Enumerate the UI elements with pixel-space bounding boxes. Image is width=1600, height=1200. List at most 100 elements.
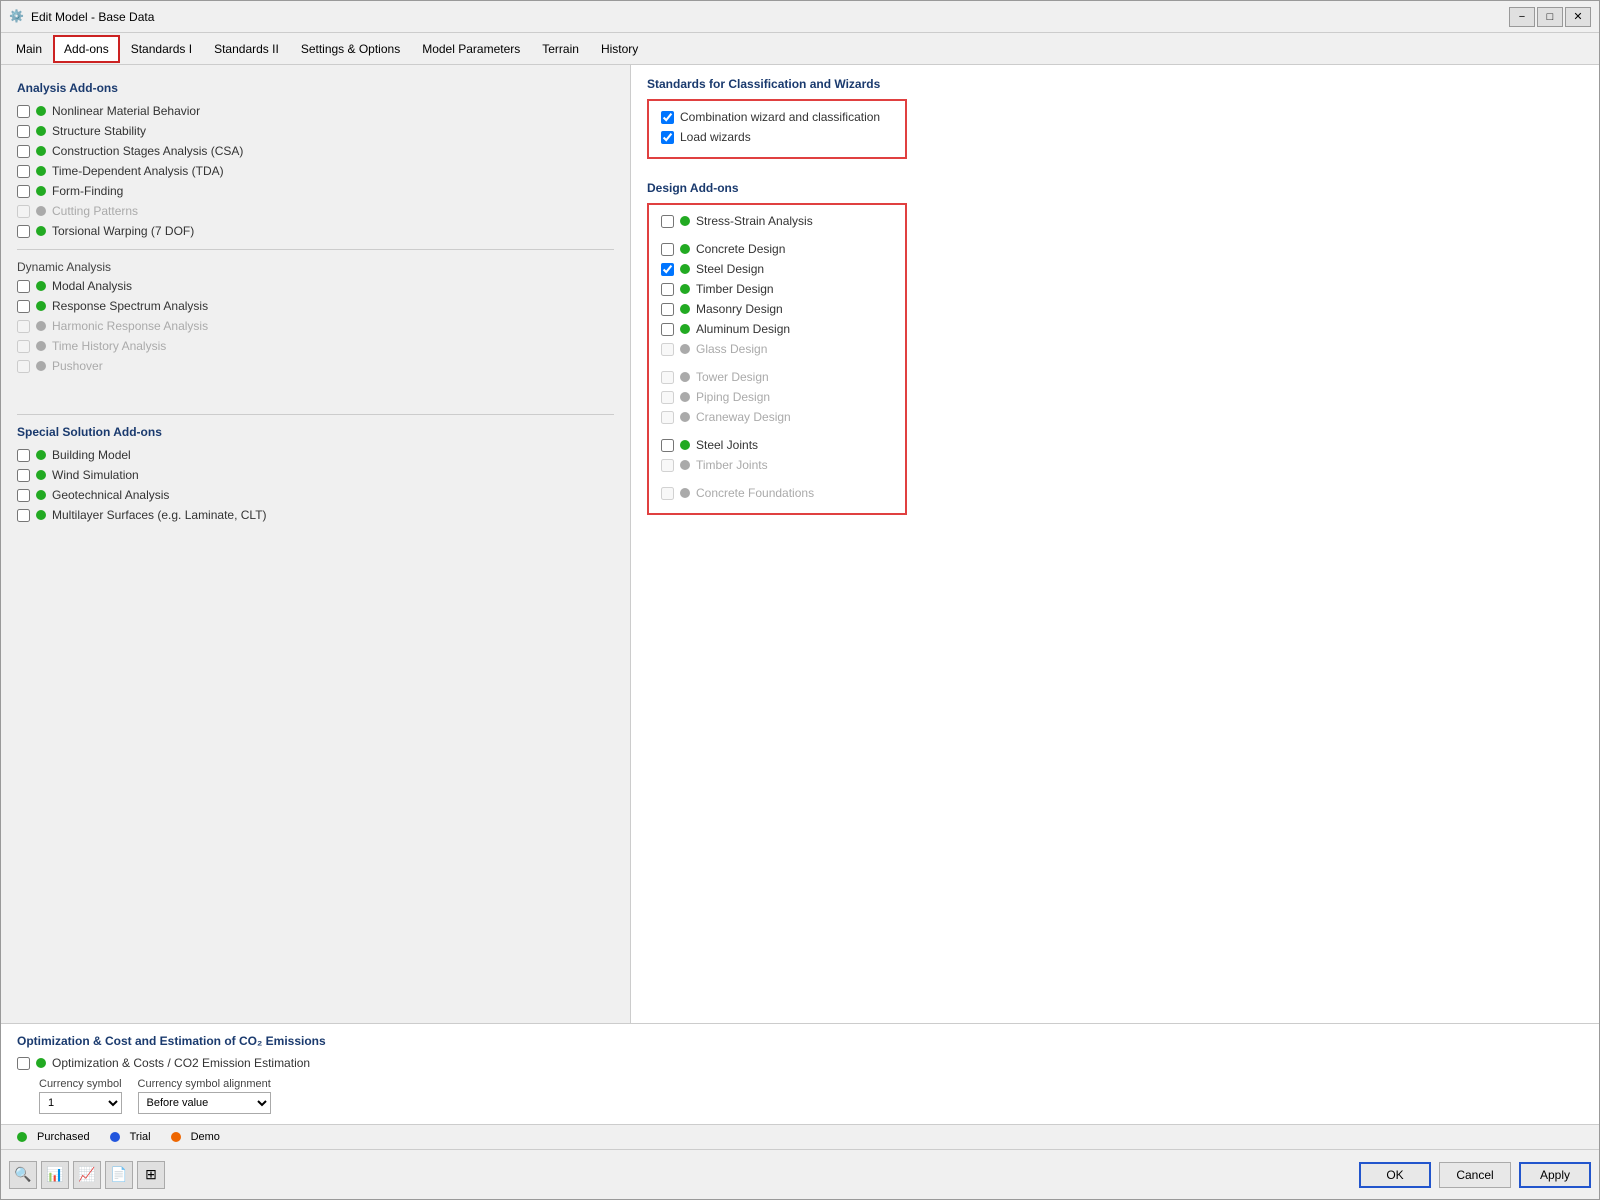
main-content: Analysis Add-ons Nonlinear Material Beha… (1, 65, 1599, 1149)
maximize-button[interactable]: □ (1537, 7, 1563, 27)
icon-grid[interactable]: ⊞ (137, 1161, 165, 1189)
list-item: Form-Finding (17, 183, 614, 199)
cancel-button[interactable]: Cancel (1439, 1162, 1511, 1188)
gray-dot (36, 361, 46, 371)
app-icon: ⚙️ (9, 9, 25, 25)
gray-dot (680, 460, 690, 470)
form-finding-checkbox[interactable] (17, 185, 30, 198)
structure-stability-checkbox[interactable] (17, 125, 30, 138)
icon-search[interactable]: 🔍 (9, 1161, 37, 1189)
tab-main[interactable]: Main (5, 35, 53, 63)
combination-wizard-checkbox[interactable] (661, 111, 674, 124)
green-dot (36, 510, 46, 520)
footer-icons: 🔍 📊 📈 📄 ⊞ (9, 1161, 1359, 1189)
addon-label: Construction Stages Analysis (CSA) (52, 144, 243, 158)
green-dot (680, 244, 690, 254)
addon-label: Concrete Foundations (696, 486, 814, 500)
aluminum-design-checkbox[interactable] (661, 323, 674, 336)
purchased-label: Purchased (37, 1131, 90, 1143)
icon-document[interactable]: 📄 (105, 1161, 133, 1189)
dynamic-analysis-title: Dynamic Analysis (17, 260, 614, 274)
addon-label: Timber Joints (696, 458, 768, 472)
addon-label: Stress-Strain Analysis (696, 214, 813, 228)
addon-label: Time-Dependent Analysis (TDA) (52, 164, 224, 178)
pushover-checkbox (17, 360, 30, 373)
addon-label: Tower Design (696, 370, 769, 384)
optimization-checkbox[interactable] (17, 1057, 30, 1070)
timber-design-checkbox[interactable] (661, 283, 674, 296)
gray-dot (36, 341, 46, 351)
concrete-design-checkbox[interactable] (661, 243, 674, 256)
addon-label: Masonry Design (696, 302, 783, 316)
list-item: Glass Design (661, 341, 893, 357)
minimize-button[interactable]: − (1509, 7, 1535, 27)
tab-model-params[interactable]: Model Parameters (411, 35, 531, 63)
purchased-dot (17, 1132, 27, 1142)
addon-label: Wind Simulation (52, 468, 139, 482)
tab-standards1[interactable]: Standards I (120, 35, 203, 63)
icon-table[interactable]: 📊 (41, 1161, 69, 1189)
addon-label: Harmonic Response Analysis (52, 319, 208, 333)
tab-history[interactable]: History (590, 35, 649, 63)
list-item: Stress-Strain Analysis (661, 213, 893, 229)
csa-checkbox[interactable] (17, 145, 30, 158)
multilayer-checkbox[interactable] (17, 509, 30, 522)
list-item: Geotechnical Analysis (17, 487, 614, 503)
harmonic-checkbox (17, 320, 30, 333)
window-title: Edit Model - Base Data (31, 10, 1509, 24)
addon-label: Nonlinear Material Behavior (52, 104, 200, 118)
tab-terrain[interactable]: Terrain (531, 35, 590, 63)
standards-title: Standards for Classification and Wizards (647, 77, 1583, 91)
gray-dot (680, 372, 690, 382)
wind-sim-checkbox[interactable] (17, 469, 30, 482)
green-dot (680, 324, 690, 334)
building-model-checkbox[interactable] (17, 449, 30, 462)
legend-bar: Purchased Trial Demo (1, 1124, 1599, 1149)
icon-chart[interactable]: 📈 (73, 1161, 101, 1189)
modal-checkbox[interactable] (17, 280, 30, 293)
addon-label: Timber Design (696, 282, 774, 296)
masonry-design-checkbox[interactable] (661, 303, 674, 316)
steel-design-checkbox[interactable] (661, 263, 674, 276)
apply-button[interactable]: Apply (1519, 1162, 1591, 1188)
green-dot (36, 166, 46, 176)
tab-settings[interactable]: Settings & Options (290, 35, 411, 63)
optimization-label: Optimization & Costs / CO2 Emission Esti… (52, 1056, 310, 1070)
response-spectrum-checkbox[interactable] (17, 300, 30, 313)
list-item: Construction Stages Analysis (CSA) (17, 143, 614, 159)
green-dot (36, 450, 46, 460)
dialog-buttons: OK Cancel Apply (1359, 1162, 1591, 1188)
optimization-row: Optimization & Costs / CO2 Emission Esti… (17, 1056, 1583, 1070)
list-item: Craneway Design (661, 409, 893, 425)
nonlinear-checkbox[interactable] (17, 105, 30, 118)
design-addons-box: Stress-Strain Analysis Concrete Design S… (647, 203, 907, 515)
list-item: Response Spectrum Analysis (17, 298, 614, 314)
list-item: Structure Stability (17, 123, 614, 139)
title-bar: ⚙️ Edit Model - Base Data − □ ✕ (1, 1, 1599, 33)
currency-symbol-select[interactable]: 1 (39, 1092, 122, 1114)
stress-strain-checkbox[interactable] (661, 215, 674, 228)
green-dot (680, 264, 690, 274)
trial-dot (110, 1132, 120, 1142)
tab-addons[interactable]: Add-ons (53, 35, 120, 63)
green-dot (680, 216, 690, 226)
steel-joints-checkbox[interactable] (661, 439, 674, 452)
torsional-checkbox[interactable] (17, 225, 30, 238)
demo-label: Demo (191, 1131, 220, 1143)
addon-label: Form-Finding (52, 184, 123, 198)
green-dot (36, 106, 46, 116)
gray-dot (680, 344, 690, 354)
cutting-patterns-checkbox (17, 205, 30, 218)
window-controls: − □ ✕ (1509, 7, 1591, 27)
list-item: Harmonic Response Analysis (17, 318, 614, 334)
close-button[interactable]: ✕ (1565, 7, 1591, 27)
load-wizards-checkbox[interactable] (661, 131, 674, 144)
panels-row: Analysis Add-ons Nonlinear Material Beha… (1, 65, 1599, 1023)
geotechnical-checkbox[interactable] (17, 489, 30, 502)
tab-standards2[interactable]: Standards II (203, 35, 290, 63)
ok-button[interactable]: OK (1359, 1162, 1431, 1188)
tda-checkbox[interactable] (17, 165, 30, 178)
timber-joints-checkbox (661, 459, 674, 472)
list-item: Torsional Warping (7 DOF) (17, 223, 614, 239)
alignment-select[interactable]: Before value After value (138, 1092, 271, 1114)
